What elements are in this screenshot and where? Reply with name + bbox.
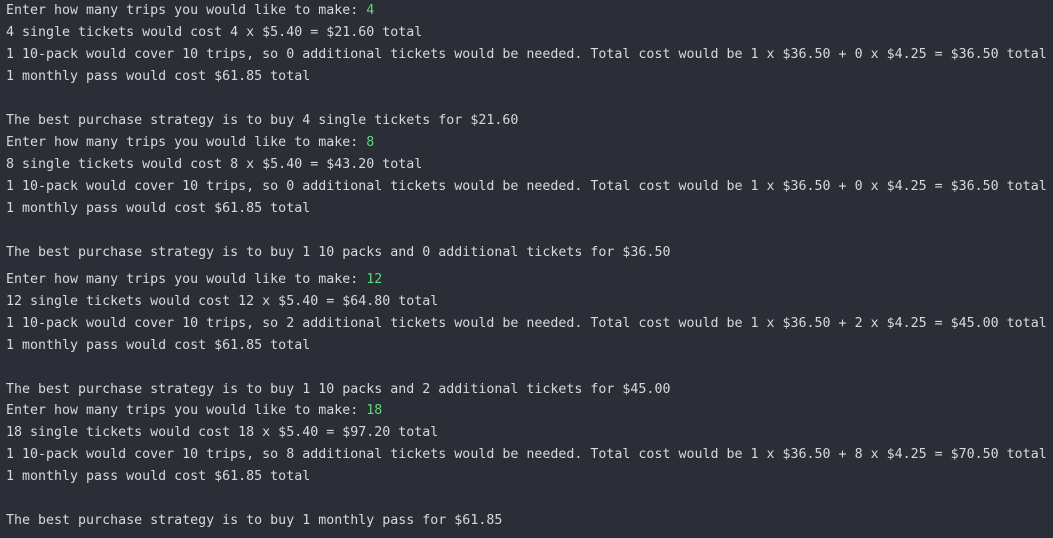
prompt-line: Enter how many trips you would like to m… [6, 400, 382, 422]
prompt-line: Enter how many trips you would like to m… [6, 269, 382, 291]
user-input: 8 [366, 135, 375, 150]
prompt-line: Enter how many trips you would like to m… [6, 132, 374, 154]
best-strategy-line: The best purchase strategy is to buy 1 1… [6, 245, 671, 260]
single-ticket-line: 18 single tickets would cost 18 x $5.40 … [6, 425, 439, 440]
monthly-pass-line: 1 monthly pass would cost $61.85 total [6, 469, 311, 484]
prompt-line: Enter how many trips you would like to m… [6, 0, 374, 22]
single-ticket-line: 4 single tickets would cost 4 x $5.40 = … [6, 25, 423, 40]
best-strategy-line: The best purchase strategy is to buy 1 m… [6, 513, 503, 528]
single-ticket-line: 8 single tickets would cost 8 x $5.40 = … [6, 157, 423, 172]
prompt-text: Enter how many trips you would like to m… [6, 3, 367, 18]
monthly-pass-line: 1 monthly pass would cost $61.85 total [6, 69, 311, 84]
prompt-text: Enter how many trips you would like to m… [6, 403, 367, 418]
tenpack-line: 1 10-pack would cover 10 trips, so 8 add… [6, 447, 1047, 462]
user-input: 18 [366, 403, 383, 418]
prompt-text: Enter how many trips you would like to m… [6, 272, 367, 287]
single-ticket-line: 12 single tickets would cost 12 x $5.40 … [6, 294, 439, 309]
tenpack-line: 1 10-pack would cover 10 trips, so 0 add… [6, 179, 1047, 194]
best-strategy-line: The best purchase strategy is to buy 4 s… [6, 113, 519, 128]
user-input: 12 [366, 272, 383, 287]
best-strategy-line: The best purchase strategy is to buy 1 1… [6, 382, 671, 397]
tenpack-line: 1 10-pack would cover 10 trips, so 0 add… [6, 47, 1047, 62]
prompt-text: Enter how many trips you would like to m… [6, 135, 367, 150]
monthly-pass-line: 1 monthly pass would cost $61.85 total [6, 338, 311, 353]
terminal-output: Enter how many trips you would like to m… [0, 0, 1053, 538]
monthly-pass-line: 1 monthly pass would cost $61.85 total [6, 201, 311, 216]
tenpack-line: 1 10-pack would cover 10 trips, so 2 add… [6, 316, 1047, 331]
user-input: 4 [366, 3, 375, 18]
